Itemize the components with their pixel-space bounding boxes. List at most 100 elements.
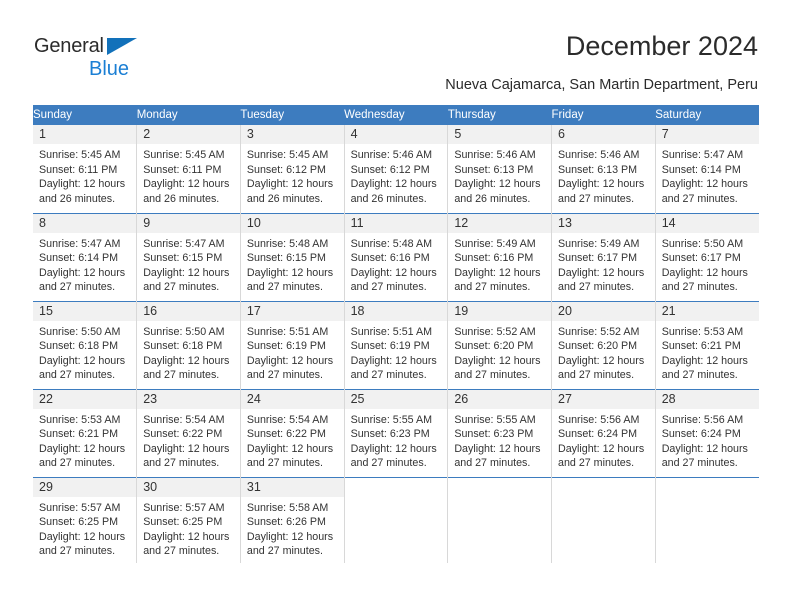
sunrise-text: Sunrise: 5:54 AM xyxy=(246,413,329,426)
calendar-day-details: Sunrise: 5:47 AM Sunset: 6:15 PM Daylight:… xyxy=(137,233,240,295)
calendar-grid: Sunday Monday Tuesday Wednesday Thursday… xyxy=(33,105,759,563)
calendar-day-details: Sunrise: 5:54 AM Sunset: 6:22 PM Daylight:… xyxy=(137,409,240,471)
calendar-day-number: 14 xyxy=(655,213,759,233)
daylight-text-line1: Daylight: 12 hours xyxy=(558,178,645,191)
calendar-day-details: Sunrise: 5:49 AM Sunset: 6:17 PM Daylight:… xyxy=(552,233,655,295)
calendar-week-row: 8 Sunrise: 5:47 AM Sunset: 6:14 PM Daylight… xyxy=(33,212,759,301)
daylight-text-line1: Daylight: 12 hours xyxy=(350,178,437,191)
calendar-day-number: 19 xyxy=(448,301,552,321)
calendar-day-cell[interactable]: 10 Sunrise: 5:48 AM Sunset: 6:15 PM Dayligh… xyxy=(240,212,345,301)
calendar-day-cell-empty xyxy=(551,476,656,563)
calendar-day-cell[interactable]: 18 Sunrise: 5:51 AM Sunset: 6:19 PM Dayligh… xyxy=(344,300,449,389)
sunrise-text: Sunrise: 5:49 AM xyxy=(558,237,640,250)
daylight-text-line2: and 27 minutes. xyxy=(246,457,323,470)
sunset-text: Sunset: 6:26 PM xyxy=(246,516,326,529)
calendar-day-cell[interactable]: 13 Sunrise: 5:49 AM Sunset: 6:17 PM Dayligh… xyxy=(551,212,656,301)
calendar-week-row: 1 Sunrise: 5:45 AM Sunset: 6:11 PM Daylight… xyxy=(33,125,759,213)
sunset-text: Sunset: 6:16 PM xyxy=(350,252,430,265)
daylight-text-line2: and 27 minutes. xyxy=(558,281,635,294)
calendar-day-number: 7 xyxy=(655,125,759,144)
calendar-day-cell[interactable]: 11 Sunrise: 5:48 AM Sunset: 6:16 PM Dayligh… xyxy=(344,212,449,301)
daylight-text-line1: Daylight: 12 hours xyxy=(246,178,334,191)
sunrise-text: Sunrise: 5:45 AM xyxy=(246,149,329,161)
calendar-day-cell[interactable]: 17 Sunrise: 5:51 AM Sunset: 6:19 PM Dayligh… xyxy=(240,300,345,389)
calendar-day-details: Sunrise: 5:48 AM Sunset: 6:15 PM Daylight:… xyxy=(241,233,344,295)
calendar-day-cell[interactable]: 20 Sunrise: 5:52 AM Sunset: 6:20 PM Dayligh… xyxy=(551,300,656,389)
sunset-text: Sunset: 6:18 PM xyxy=(143,340,223,353)
calendar-day-number: 10 xyxy=(240,213,344,233)
daylight-text-line2: and 27 minutes. xyxy=(246,281,323,294)
calendar-day-number: 20 xyxy=(552,301,655,321)
calendar-day-cell[interactable]: 27 Sunrise: 5:56 AM Sunset: 6:24 PM Dayligh… xyxy=(551,388,656,477)
calendar-day-cell[interactable]: 14 Sunrise: 5:50 AM Sunset: 6:17 PM Dayligh… xyxy=(655,212,759,301)
sunrise-text: Sunrise: 5:52 AM xyxy=(454,325,536,338)
logo-text-blue: Blue xyxy=(89,58,130,80)
calendar-day-cell[interactable]: 8 Sunrise: 5:47 AM Sunset: 6:14 PM Daylight… xyxy=(33,212,138,301)
daylight-text-line2: and 27 minutes. xyxy=(39,369,116,382)
calendar-day-details: Sunrise: 5:52 AM Sunset: 6:20 PM Daylight:… xyxy=(552,321,655,383)
calendar-day-cell[interactable]: 26 Sunrise: 5:55 AM Sunset: 6:23 PM Dayligh… xyxy=(447,388,553,477)
sunset-text: Sunset: 6:23 PM xyxy=(350,428,430,441)
calendar-day-cell[interactable]: 23 Sunrise: 5:54 AM Sunset: 6:22 PM Dayligh… xyxy=(136,388,241,477)
sunset-text: Sunset: 6:15 PM xyxy=(246,252,326,265)
daylight-text-line2: and 27 minutes. xyxy=(661,192,738,205)
calendar-day-cell[interactable]: 4 Sunrise: 5:46 AM Sunset: 6:12 PM Daylight… xyxy=(344,125,449,213)
calendar-day-details: Sunrise: 5:45 AM Sunset: 6:12 PM Daylight:… xyxy=(241,144,344,206)
sunrise-text: Sunrise: 5:52 AM xyxy=(558,325,640,338)
sunset-text: Sunset: 6:11 PM xyxy=(39,163,118,176)
daylight-text-line1: Daylight: 12 hours xyxy=(661,178,748,191)
daylight-text-line2: and 27 minutes. xyxy=(558,192,635,205)
calendar-day-number: 13 xyxy=(552,213,655,233)
sunset-text: Sunset: 6:12 PM xyxy=(350,163,430,176)
sunrise-text: Sunrise: 5:56 AM xyxy=(661,413,744,426)
page-subtitle-location: Nueva Cajamarca, San Martin Department, … xyxy=(445,77,758,93)
sunset-text: Sunset: 6:23 PM xyxy=(454,428,534,441)
calendar-day-cell[interactable]: 3 Sunrise: 5:45 AM Sunset: 6:12 PM Daylight… xyxy=(240,125,345,213)
daylight-text-line2: and 26 minutes. xyxy=(246,192,323,205)
calendar-day-number: 1 xyxy=(33,125,137,144)
calendar-page: General Blue December 2024 Nueva Cajamar… xyxy=(0,0,792,612)
calendar-day-details: Sunrise: 5:50 AM Sunset: 6:18 PM Daylight:… xyxy=(33,321,136,383)
daylight-text-line2: and 27 minutes. xyxy=(350,457,427,470)
calendar-day-details: Sunrise: 5:47 AM Sunset: 6:14 PM Daylight:… xyxy=(33,233,136,295)
calendar-day-cell[interactable]: 28 Sunrise: 5:56 AM Sunset: 6:24 PM Dayligh… xyxy=(655,388,759,477)
sunrise-text: Sunrise: 5:48 AM xyxy=(246,237,329,250)
calendar-day-details: Sunrise: 5:46 AM Sunset: 6:13 PM Daylight:… xyxy=(448,144,551,206)
calendar-day-cell[interactable]: 9 Sunrise: 5:47 AM Sunset: 6:15 PM Daylight… xyxy=(136,212,241,301)
calendar-day-cell[interactable]: 16 Sunrise: 5:50 AM Sunset: 6:18 PM Dayligh… xyxy=(136,300,241,389)
calendar-day-cell[interactable]: 2 Sunrise: 5:45 AM Sunset: 6:11 PM Daylight… xyxy=(136,125,241,213)
calendar-day-cell[interactable]: 31 Sunrise: 5:58 AM Sunset: 6:26 PM Dayligh… xyxy=(240,476,345,563)
logo-triangle-icon xyxy=(107,38,137,55)
calendar-day-cell[interactable]: 15 Sunrise: 5:50 AM Sunset: 6:18 PM Dayligh… xyxy=(33,300,138,389)
sunrise-text: Sunrise: 5:54 AM xyxy=(143,413,225,426)
calendar-day-cell[interactable]: 21 Sunrise: 5:53 AM Sunset: 6:21 PM Dayligh… xyxy=(655,300,759,389)
sunset-text: Sunset: 6:16 PM xyxy=(454,252,534,265)
calendar-day-cell[interactable]: 19 Sunrise: 5:52 AM Sunset: 6:20 PM Dayligh… xyxy=(447,300,553,389)
calendar-day-number: 11 xyxy=(344,213,448,233)
daylight-text-line1: Daylight: 12 hours xyxy=(39,178,126,191)
calendar-day-cell[interactable]: 12 Sunrise: 5:49 AM Sunset: 6:16 PM Dayligh… xyxy=(447,212,553,301)
calendar-day-number: 22 xyxy=(33,389,137,409)
calendar-day-cell[interactable]: 25 Sunrise: 5:55 AM Sunset: 6:23 PM Dayligh… xyxy=(344,388,449,477)
calendar-day-cell[interactable]: 7 Sunrise: 5:47 AM Sunset: 6:14 PM Daylight… xyxy=(655,125,759,213)
calendar-day-cell[interactable]: 1 Sunrise: 5:45 AM Sunset: 6:11 PM Daylight… xyxy=(33,125,138,213)
calendar-day-cell[interactable]: 22 Sunrise: 5:53 AM Sunset: 6:21 PM Dayligh… xyxy=(33,388,138,477)
calendar-day-cell[interactable]: 30 Sunrise: 5:57 AM Sunset: 6:25 PM Dayligh… xyxy=(136,476,241,563)
calendar-day-details: Sunrise: 5:53 AM Sunset: 6:21 PM Daylight:… xyxy=(656,321,759,383)
sunset-text: Sunset: 6:18 PM xyxy=(39,340,119,353)
daylight-text-line1: Daylight: 12 hours xyxy=(661,442,748,455)
sunset-text: Sunset: 6:13 PM xyxy=(454,163,534,176)
calendar-day-details: Sunrise: 5:51 AM Sunset: 6:19 PM Daylight:… xyxy=(345,321,448,383)
calendar-day-cell[interactable]: 29 Sunrise: 5:57 AM Sunset: 6:25 PM Dayligh… xyxy=(33,476,138,563)
daylight-text-line2: and 27 minutes. xyxy=(454,457,531,470)
daylight-text-line1: Daylight: 12 hours xyxy=(558,442,645,455)
daylight-text-line1: Daylight: 12 hours xyxy=(246,266,334,279)
sunrise-text: Sunrise: 5:45 AM xyxy=(39,149,121,161)
weekday-header-sunday: Sunday xyxy=(33,105,137,125)
daylight-text-line1: Daylight: 12 hours xyxy=(661,266,748,279)
daylight-text-line1: Daylight: 12 hours xyxy=(246,354,334,367)
calendar-day-cell[interactable]: 5 Sunrise: 5:46 AM Sunset: 6:13 PM Daylight… xyxy=(447,125,553,213)
calendar-day-cell[interactable]: 24 Sunrise: 5:54 AM Sunset: 6:22 PM Dayligh… xyxy=(240,388,345,477)
calendar-day-details: Sunrise: 5:45 AM Sunset: 6:11 PM Daylight:… xyxy=(137,144,240,206)
calendar-day-cell[interactable]: 6 Sunrise: 5:46 AM Sunset: 6:13 PM Daylight… xyxy=(551,125,656,213)
